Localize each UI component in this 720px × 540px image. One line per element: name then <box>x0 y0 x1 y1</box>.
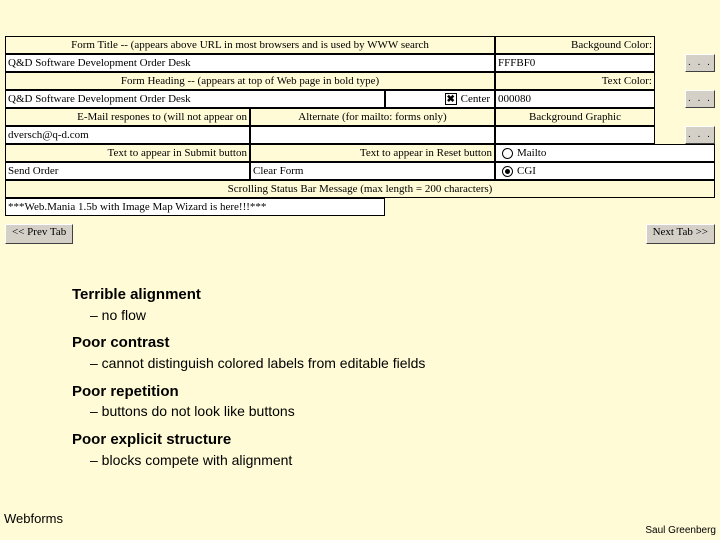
form-heading-field[interactable]: Q&D Software Development Order Desk <box>5 90 385 108</box>
footer-left: Webforms <box>4 511 63 526</box>
bg-color-field[interactable]: FFFBF0 <box>495 54 655 72</box>
text-color-label: Text Color: <box>495 72 655 90</box>
critique-heading-2: Poor contrast <box>72 334 425 353</box>
bg-graphic-label: Background Graphic <box>495 108 655 126</box>
bg-graphic-picker-button[interactable]: . . . <box>685 126 715 144</box>
form-title-label: Form Title -- (appears above URL in most… <box>5 36 495 54</box>
reset-text-field[interactable]: Clear Form <box>250 162 495 180</box>
radio-icon <box>502 148 513 159</box>
next-tab-button[interactable]: Next Tab >> <box>646 224 715 244</box>
alternate-field[interactable] <box>250 126 495 144</box>
email-field[interactable]: dversch@q-d.com <box>5 126 250 144</box>
critique-sub-2: – cannot distinguish colored labels from… <box>90 355 425 373</box>
center-checkbox-wrap[interactable]: ✖ Center <box>385 90 495 108</box>
email-label: E-Mail respones to (will not appear on <box>5 108 250 126</box>
mailto-radio[interactable]: Mailto <box>495 144 715 162</box>
submit-text-field[interactable]: Send Order <box>5 162 250 180</box>
submit-text-label: Text to appear in Submit button <box>5 144 250 162</box>
prev-tab-button[interactable]: << Prev Tab <box>5 224 73 244</box>
center-checkbox-label: Center <box>461 93 490 105</box>
bg-color-picker-button[interactable]: . . . <box>685 54 715 72</box>
scroll-label: Scrolling Status Bar Message (max length… <box>5 180 715 198</box>
scroll-field[interactable]: ***Web.Mania 1.5b with Image Map Wizard … <box>5 198 385 216</box>
critique-sub-1: – no flow <box>90 307 425 325</box>
text-color-picker-button[interactable]: . . . <box>685 90 715 108</box>
critique-heading-3: Poor repetition <box>72 383 425 402</box>
checkbox-icon: ✖ <box>445 93 457 105</box>
cgi-radio-label: CGI <box>517 165 536 177</box>
text-color-field[interactable]: 000080 <box>495 90 655 108</box>
critique-sub-3: – buttons do not look like buttons <box>90 403 425 421</box>
critique-heading-1: Terrible alignment <box>72 286 425 305</box>
bg-color-label: Backgound Color: <box>495 36 655 54</box>
form-title-field[interactable]: Q&D Software Development Order Desk <box>5 54 495 72</box>
alternate-label: Alternate (for mailto: forms only) <box>250 108 495 126</box>
footer-right: Saul Greenberg <box>645 525 716 536</box>
form-heading-label: Form Heading -- (appears at top of Web p… <box>5 72 495 90</box>
radio-icon <box>502 166 513 177</box>
critique-sub-4: – blocks compete with alignment <box>90 452 425 470</box>
reset-text-label: Text to appear in Reset button <box>250 144 495 162</box>
form-panel: Form Title -- (appears above URL in most… <box>5 36 715 244</box>
critique-list: Terrible alignment – no flow Poor contra… <box>72 276 425 469</box>
mailto-radio-label: Mailto <box>517 147 546 159</box>
cgi-radio[interactable]: CGI <box>495 162 715 180</box>
critique-heading-4: Poor explicit structure <box>72 431 425 450</box>
bg-graphic-field[interactable] <box>495 126 655 144</box>
